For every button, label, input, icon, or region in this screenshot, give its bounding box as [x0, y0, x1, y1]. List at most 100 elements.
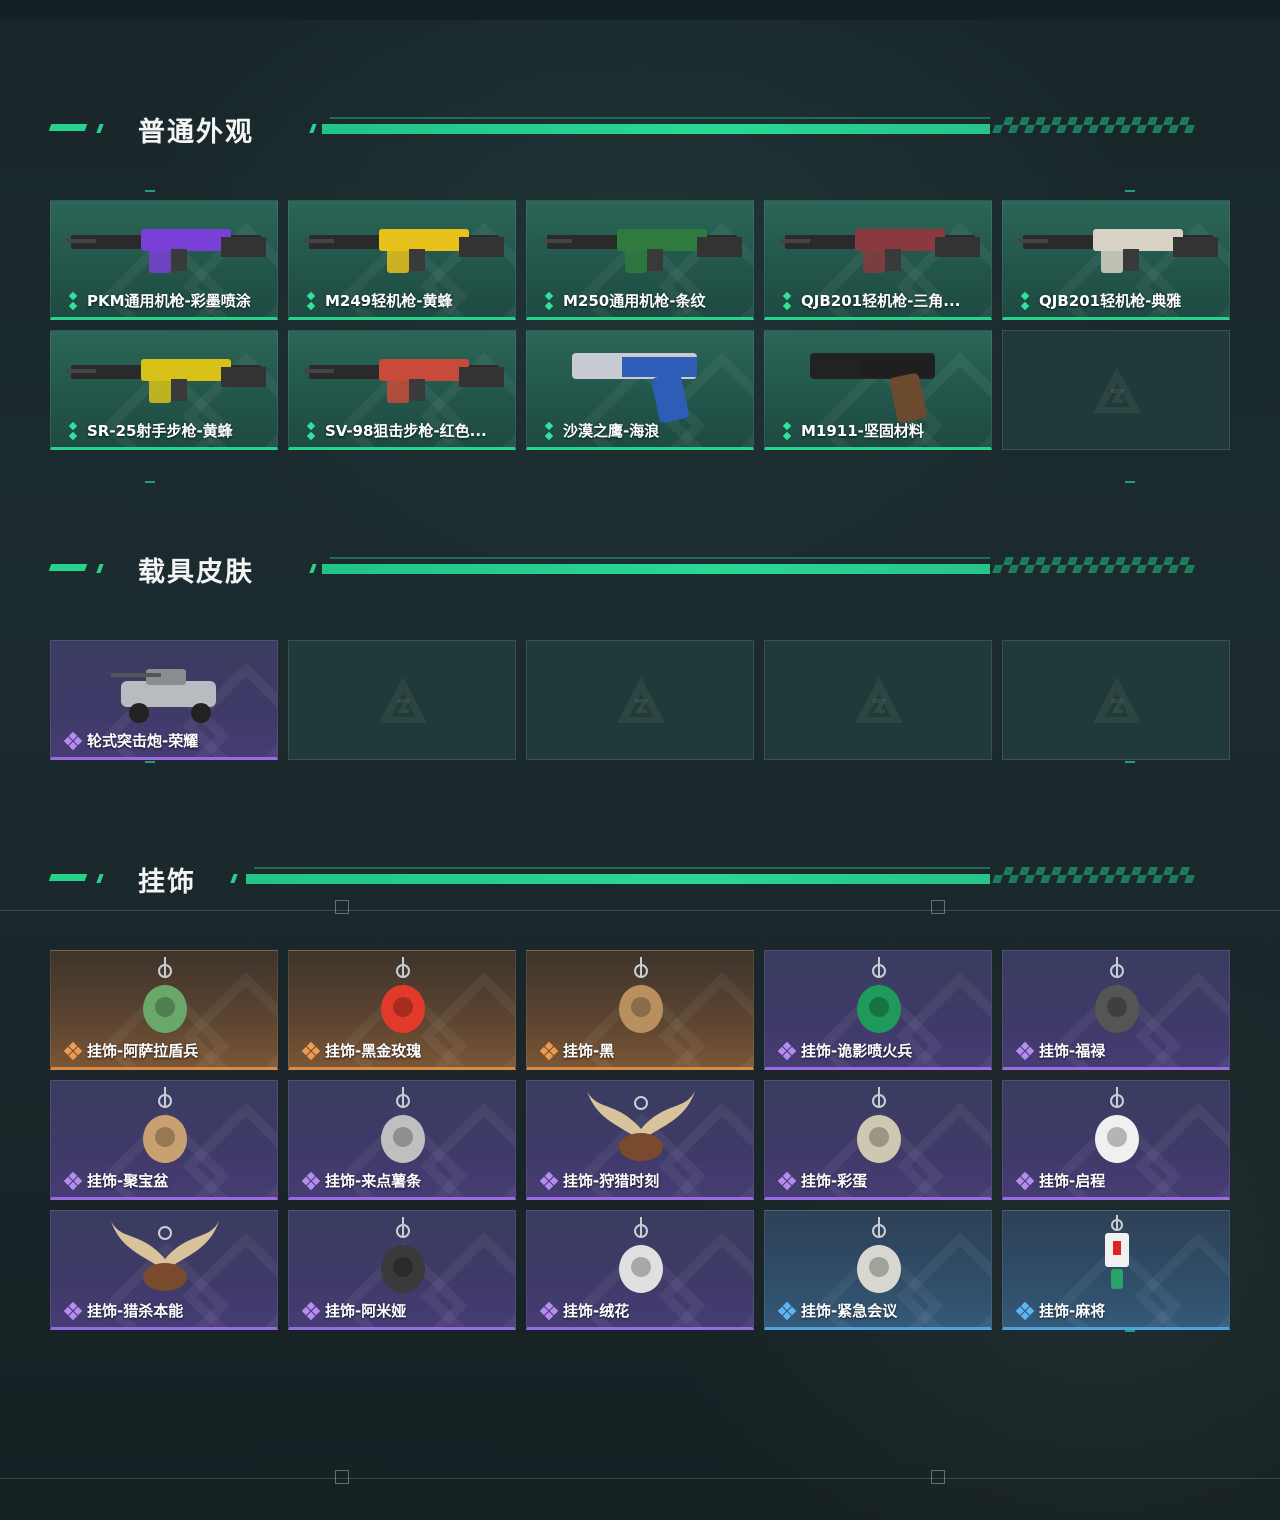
- rarity-icon: [301, 1041, 321, 1060]
- item-name: M1911-坚固材料: [801, 422, 924, 440]
- item-name: 挂饰-狩猎时刻: [563, 1172, 660, 1190]
- item-card[interactable]: 挂饰-黑金玫瑰: [288, 950, 516, 1070]
- rarity-icon: [1015, 1301, 1035, 1320]
- rarity-icon: [301, 1301, 321, 1320]
- header-dash: [48, 874, 88, 881]
- rarity-icon: [65, 291, 81, 310]
- item-name: M249轻机枪-黄蜂: [325, 292, 453, 310]
- item-card[interactable]: SR-25射手步枪-黄蜂: [50, 330, 278, 450]
- item-card[interactable]: QJB201轻机枪-三角...: [764, 200, 992, 320]
- rarity-icon: [63, 1041, 83, 1060]
- item-label: 挂饰-黑: [539, 1040, 615, 1061]
- item-card[interactable]: 挂饰-启程: [1002, 1080, 1230, 1200]
- item-label: SR-25射手步枪-黄蜂: [65, 420, 233, 441]
- rarity-icon: [777, 1301, 797, 1320]
- item-card[interactable]: 挂饰-诡影喷火兵: [764, 950, 992, 1070]
- item-card[interactable]: M250通用机枪-条纹: [526, 200, 754, 320]
- item-name: 挂饰-黑金玫瑰: [325, 1042, 422, 1060]
- item-label: M250通用机枪-条纹: [541, 290, 705, 311]
- item-name: QJB201轻机枪-三角...: [801, 292, 961, 310]
- item-label: 挂饰-猎杀本能: [63, 1300, 184, 1321]
- empty-slot: [1002, 330, 1230, 450]
- empty-slot: [1002, 640, 1230, 760]
- section-title: 普通外观: [138, 117, 254, 148]
- header-dash: [309, 564, 317, 573]
- item-name: 挂饰-黑: [563, 1042, 615, 1060]
- item-card[interactable]: 挂饰-绒花: [526, 1210, 754, 1330]
- rarity-icon: [779, 291, 795, 310]
- item-card[interactable]: QJB201轻机枪-典雅: [1002, 200, 1230, 320]
- item-card[interactable]: 挂饰-福禄: [1002, 950, 1230, 1070]
- charms-grid: 挂饰-阿萨拉盾兵 挂饰-黑金玫瑰 挂饰-黑 挂饰-诡影喷火兵 挂饰-福禄 挂饰-聚宝盆 挂饰…: [50, 950, 1230, 1330]
- header-dash: [96, 124, 104, 133]
- top-bar: [0, 0, 1280, 20]
- item-card[interactable]: 挂饰-来点薯条: [288, 1080, 516, 1200]
- item-card[interactable]: 挂饰-紧急会议: [764, 1210, 992, 1330]
- corner-mark: [145, 761, 155, 763]
- header-checker: [992, 557, 1198, 573]
- item-card[interactable]: 挂饰-彩蛋: [764, 1080, 992, 1200]
- corner-mark: [1125, 1330, 1135, 1332]
- header-dash: [48, 124, 88, 131]
- item-card[interactable]: 挂饰-麻将: [1002, 1210, 1230, 1330]
- item-card[interactable]: 挂饰-聚宝盆: [50, 1080, 278, 1200]
- item-card[interactable]: 挂饰-阿萨拉盾兵: [50, 950, 278, 1070]
- item-card[interactable]: 挂饰-黑: [526, 950, 754, 1070]
- hud-box: [931, 900, 945, 914]
- rarity-icon: [779, 421, 795, 440]
- item-card[interactable]: PKM通用机枪-彩墨喷涂: [50, 200, 278, 320]
- item-card[interactable]: M249轻机枪-黄蜂: [288, 200, 516, 320]
- item-card[interactable]: 挂饰-狩猎时刻: [526, 1080, 754, 1200]
- header-dash: [96, 564, 104, 573]
- item-label: 挂饰-彩蛋: [777, 1170, 867, 1191]
- hud-box: [931, 1470, 945, 1484]
- item-name: 轮式突击炮-荣耀: [87, 732, 199, 750]
- rarity-icon: [63, 1171, 83, 1190]
- rarity-icon: [65, 421, 81, 440]
- rarity-icon: [541, 291, 557, 310]
- rarity-icon: [63, 731, 83, 750]
- item-card[interactable]: 轮式突击炮-荣耀: [50, 640, 278, 760]
- header-checker: [992, 867, 1198, 883]
- empty-slot: [764, 640, 992, 760]
- item-label: 挂饰-绒花: [539, 1300, 630, 1321]
- empty-slot: [288, 640, 516, 760]
- item-label: SV-98狙击步枪-红色...: [303, 420, 487, 441]
- vehicle-skins-grid: 轮式突击炮-荣耀: [50, 640, 1230, 760]
- rarity-icon: [777, 1041, 797, 1060]
- item-name: 沙漠之鹰-海浪: [563, 422, 660, 440]
- item-label: 挂饰-狩猎时刻: [539, 1170, 660, 1191]
- header-bar: [322, 564, 990, 574]
- corner-mark: [145, 481, 155, 483]
- rarity-icon: [1015, 1171, 1035, 1190]
- item-card[interactable]: 沙漠之鹰-海浪: [526, 330, 754, 450]
- rarity-icon: [303, 291, 319, 310]
- item-label: 挂饰-阿萨拉盾兵: [63, 1040, 199, 1061]
- empty-slot: [526, 640, 754, 760]
- item-label: 挂饰-麻将: [1015, 1300, 1105, 1321]
- item-card[interactable]: 挂饰-猎杀本能: [50, 1210, 278, 1330]
- hud-box: [335, 1470, 349, 1484]
- item-label: M1911-坚固材料: [779, 420, 924, 441]
- item-label: PKM通用机枪-彩墨喷涂: [65, 290, 251, 311]
- rarity-icon: [1017, 291, 1033, 310]
- header-dash: [309, 124, 317, 133]
- item-name: 挂饰-阿萨拉盾兵: [87, 1042, 199, 1060]
- item-name: 挂饰-阿米娅: [325, 1302, 407, 1320]
- item-label: 挂饰-紧急会议: [777, 1300, 897, 1321]
- header-dash: [230, 874, 238, 883]
- item-name: 挂饰-诡影喷火兵: [801, 1042, 913, 1060]
- item-name: M250通用机枪-条纹: [563, 292, 706, 310]
- item-name: QJB201轻机枪-典雅: [1039, 292, 1182, 310]
- item-card[interactable]: SV-98狙击步枪-红色...: [288, 330, 516, 450]
- item-name: 挂饰-猎杀本能: [87, 1302, 184, 1320]
- section-title: 挂饰: [138, 867, 196, 898]
- item-name: 挂饰-福禄: [1039, 1042, 1106, 1060]
- item-name: 挂饰-聚宝盆: [87, 1172, 169, 1190]
- hud-line: [0, 910, 1280, 911]
- rarity-icon: [539, 1301, 559, 1320]
- header-line: [330, 557, 990, 559]
- item-name: 挂饰-绒花: [563, 1302, 630, 1320]
- item-card[interactable]: 挂饰-阿米娅: [288, 1210, 516, 1330]
- item-card[interactable]: M1911-坚固材料: [764, 330, 992, 450]
